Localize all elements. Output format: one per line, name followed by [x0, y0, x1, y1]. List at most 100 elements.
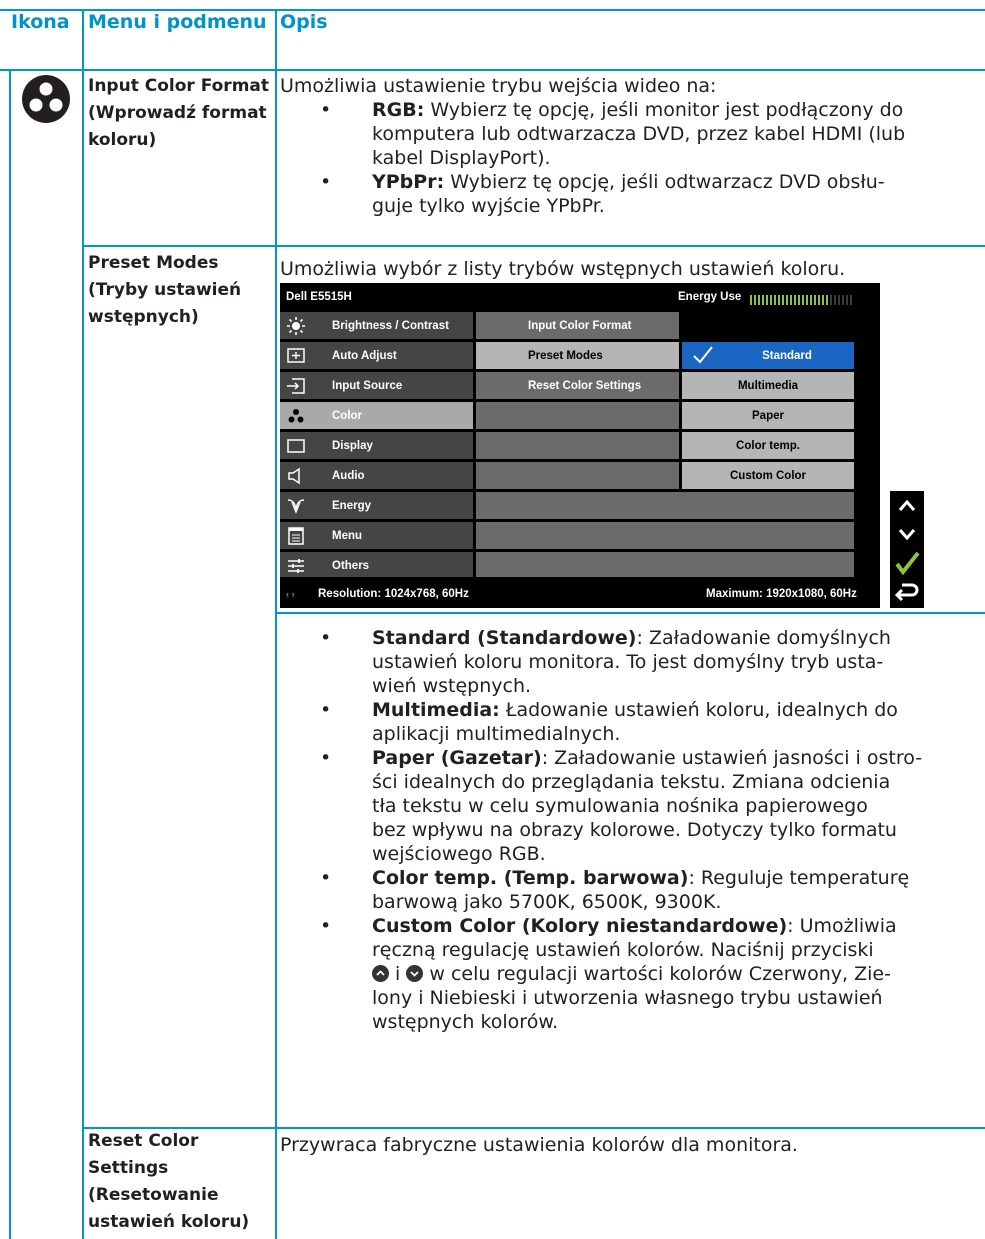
osd-menu-label: Color	[332, 410, 363, 422]
bullet-text: bez wpływu na obrazy kolorowe. Dotyczy t…	[372, 819, 897, 841]
others-icon	[288, 559, 304, 573]
energy-segment	[778, 294, 780, 305]
up-arrow-button[interactable]	[890, 491, 924, 520]
down-arrow-button[interactable]	[890, 520, 924, 549]
menu-reset-color-settings: Reset Color Settings (Resetowanie ustawi…	[88, 1131, 250, 1232]
osd-submenu-empty	[476, 432, 679, 459]
osd-submenu-empty	[476, 402, 679, 429]
osd-option-standard[interactable]: Standard	[682, 342, 854, 369]
osd-menu-item-display[interactable]: Display	[280, 432, 473, 459]
osd-submenu-label: Reset Color Settings	[528, 380, 642, 392]
header-icon: Ikona	[11, 11, 70, 33]
bullet-text: i	[389, 963, 407, 985]
osd-option-paper[interactable]: Paper	[682, 402, 854, 429]
display-icon	[287, 439, 305, 453]
osd-menu-label: Energy	[332, 500, 371, 512]
osd-menu-item-auto-adjust[interactable]: Auto Adjust	[280, 342, 473, 369]
osd-option-custom-color[interactable]: Custom Color	[682, 462, 854, 489]
bullet-term: Color temp. (Temp. barwowa)	[372, 867, 689, 889]
osd-option-label: Standard	[762, 350, 812, 362]
osd-menu-item-color[interactable]: Color	[280, 402, 473, 429]
bullet-text: Ładowanie ustawień koloru, idealnych do	[499, 699, 898, 721]
energy-segment	[798, 294, 800, 305]
check-icon	[895, 551, 920, 576]
input-source-icon	[287, 378, 305, 394]
osd-resolution: Resolution: 1024x768, 60Hz	[318, 588, 469, 600]
bullet-text: : Reguluje temperaturę	[688, 867, 910, 889]
energy-segment	[806, 294, 808, 305]
osd-nav-buttons	[890, 491, 924, 608]
osd-bottom-rule	[275, 612, 985, 614]
osd-menu-label: Display	[332, 440, 373, 452]
osd-option-color-temp[interactable]: Color temp.	[682, 432, 854, 459]
menu-preset-modes: Preset Modes (Tryby ustawień wstępnych)	[88, 253, 242, 327]
bullet-text: wejściowego RGB.	[372, 843, 546, 865]
osd-submenu-label: Preset Modes	[528, 350, 603, 362]
energy-segment	[770, 294, 772, 305]
osd-menu-label: Others	[332, 560, 370, 572]
bullet-text: barwową jako 5700K, 6500K, 9300K.	[372, 891, 722, 913]
osd-menu-item-menu[interactable]: Menu	[280, 522, 473, 549]
osd-option-multimedia[interactable]: Multimedia	[682, 372, 854, 399]
row2-bullets: • Standard (Standardowe): Załadowanie do…	[320, 626, 985, 1034]
osd-submenu-reset-color[interactable]: Reset Color Settings	[476, 372, 679, 399]
check-icon	[693, 346, 713, 364]
osd-menu-item-input-source[interactable]: Input Source	[280, 372, 473, 399]
bullet-text: : Załadowanie ustawień jasności i ostro-	[541, 747, 923, 769]
energy-segment	[786, 294, 788, 305]
osd-maximum: Maximum: 1920x1080, 60Hz	[706, 588, 857, 600]
bullet-text: kabel DisplayPort).	[372, 147, 551, 169]
bullet-dot: •	[320, 867, 332, 889]
row1-description: Umożliwia ustawienie trybu wejścia wideo…	[280, 74, 980, 218]
col1-left-border	[9, 69, 11, 1239]
color-dots-icon	[21, 74, 71, 124]
bullet-term: Custom Color (Kolory niestandardowe)	[372, 915, 788, 937]
bullet-standard: • Standard (Standardowe): Załadowanie do…	[320, 626, 985, 698]
energy-segment	[834, 294, 836, 305]
header-menu: Menu i podmenu	[88, 11, 267, 33]
energy-segment	[830, 294, 832, 305]
energy-segment	[810, 294, 812, 305]
bullet-text: wstępnych kolorów.	[372, 1011, 559, 1033]
down-arrow-icon	[406, 965, 424, 982]
color-dots-icon	[288, 409, 304, 423]
check-button[interactable]	[890, 549, 924, 578]
osd-submenu-empty	[476, 552, 854, 577]
osd-submenu-preset-modes[interactable]: Preset Modes	[476, 342, 679, 369]
energy-level-bar	[750, 291, 854, 309]
osd-submenu-input-color-format[interactable]: Input Color Format	[476, 312, 679, 339]
energy-segment	[762, 294, 764, 305]
energy-segment	[818, 294, 820, 305]
energy-segment	[842, 294, 844, 305]
bullet-custom-color: • Custom Color (Kolory niestandardowe): …	[320, 914, 985, 1034]
row3-description: Przywraca fabryczne ustawienia kolorów d…	[280, 1134, 798, 1156]
osd-menu-item-others[interactable]: Others	[280, 552, 473, 577]
osd-submenu-empty	[476, 462, 679, 489]
bullet-color-temp: • Color temp. (Temp. barwowa): Reguluje …	[320, 866, 985, 914]
osd-menu-item-energy[interactable]: Energy	[280, 492, 473, 519]
col3-left-border	[275, 9, 277, 1239]
osd-menu-item-audio[interactable]: Audio	[280, 462, 473, 489]
bullet-paper: • Paper (Gazetar): Załadowanie ustawień …	[320, 746, 985, 866]
brightness-icon	[287, 317, 305, 335]
osd-option-label: Multimedia	[737, 380, 799, 392]
back-button[interactable]	[890, 578, 924, 608]
energy-segment	[774, 294, 776, 305]
osd-menu-screenshot: Dell E5515H Energy Use Brightness / Cont…	[280, 283, 880, 608]
osd-submenu-empty	[476, 492, 854, 519]
energy-segment	[850, 294, 852, 305]
energy-segment	[790, 294, 792, 305]
header-desc: Opis	[280, 11, 328, 33]
osd-menu-item-brightness[interactable]: Brightness / Contrast	[280, 312, 473, 339]
col2-left-border	[82, 9, 84, 1239]
osd-menu-label: Audio	[332, 470, 365, 482]
osd-option-label: Paper	[752, 410, 784, 422]
bullet-term: YPbPr:	[372, 171, 445, 193]
bullet-text: guje tylko wyjście YPbPr.	[372, 195, 605, 217]
energy-segment	[750, 294, 752, 305]
audio-icon	[288, 467, 300, 485]
energy-segment	[846, 294, 848, 305]
bullet-text: ustawień koloru monitora. To jest domyśl…	[372, 651, 884, 673]
bullet-text: Wybierz tę opcję, jeśli odtwarzacz DVD o…	[444, 171, 885, 193]
energy-segment	[766, 294, 768, 305]
